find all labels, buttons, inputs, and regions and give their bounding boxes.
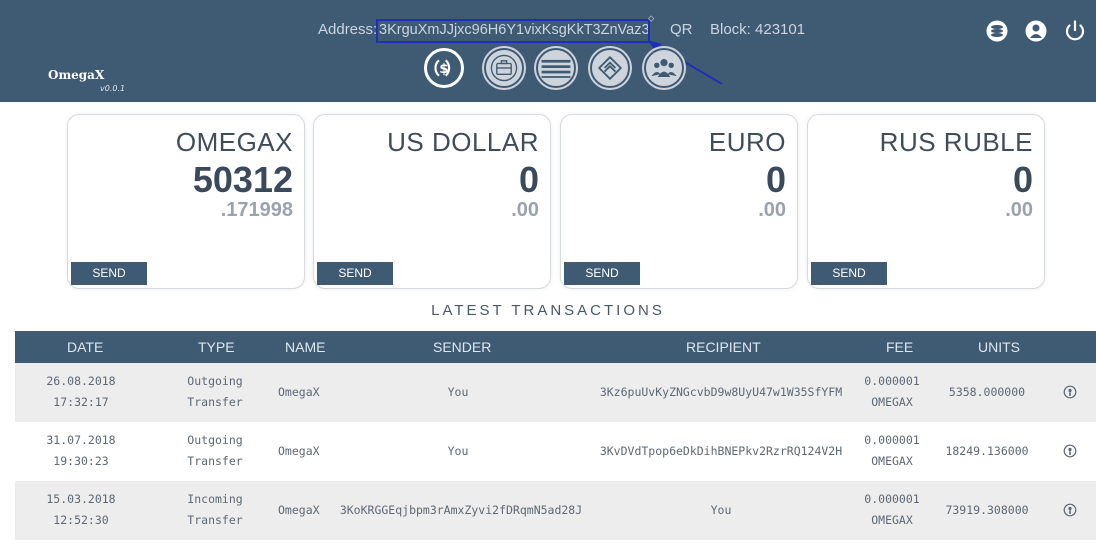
tx-sender: You (447, 385, 469, 399)
tx-recipient: 3Kz6puUvKyZNGcvbD9w8UyU47w1W35SfYFM (599, 385, 843, 399)
info-icon[interactable] (1063, 385, 1077, 399)
currency-name: RUS RUBLE (879, 127, 1033, 157)
user-icon[interactable] (1024, 19, 1048, 43)
send-button[interactable]: SEND (811, 262, 887, 285)
address-label: Address: (318, 21, 378, 38)
currency-name: EURO (708, 127, 786, 157)
balance-integer: 0 (518, 159, 539, 200)
database-icon[interactable] (985, 19, 1009, 43)
tx-units: 18249.136000 (945, 444, 1029, 458)
currency-name: OMEGAX (175, 127, 293, 157)
power-icon[interactable] (1063, 19, 1087, 43)
column-fee[interactable]: FEE (886, 339, 913, 355)
tx-type: Outgoing (187, 374, 243, 388)
coins-icon[interactable] (536, 48, 576, 88)
exchange-icon[interactable] (590, 48, 630, 88)
tx-sender: You (447, 444, 469, 458)
column-recipient[interactable]: RECIPIENT (686, 339, 761, 355)
balance-decimal: .00 (511, 199, 539, 221)
fee-cell: 0.000001 OMEGAX (861, 489, 923, 531)
table-row[interactable]: 31.07.2018 19:30:23 Outgoing Transfer Om… (15, 422, 1096, 481)
column-units[interactable]: UNITS (978, 339, 1020, 355)
wallet-icon[interactable]: $ (424, 48, 464, 88)
tx-time: 19:30:23 (53, 454, 109, 468)
column-sender[interactable]: SENDER (433, 339, 491, 355)
app-brand: OmegaX (48, 68, 105, 82)
table-row[interactable]: 15.03.2018 12:52:30 Incoming Transfer Om… (15, 481, 1096, 540)
date-cell: 15.03.2018 12:52:30 (33, 489, 129, 531)
send-button[interactable]: SEND (71, 262, 147, 285)
tx-date: 26.08.2018 (46, 374, 116, 388)
balance-decimal: .171998 (220, 199, 293, 221)
latest-transactions-title: LATEST TRANSACTIONS (431, 302, 665, 319)
transactions-table: DATE TYPE NAME SENDER RECIPIENT FEE UNIT… (15, 331, 1096, 540)
type-cell: Incoming Transfer (175, 489, 255, 531)
currency-name: US DOLLAR (387, 127, 539, 157)
balance-integer: 0 (765, 159, 786, 200)
send-button[interactable]: SEND (564, 262, 640, 285)
tx-name: OmegaX (278, 503, 320, 517)
tx-time: 17:32:17 (53, 395, 109, 409)
tx-type-sub: Transfer (187, 454, 243, 468)
copy-address-icon[interactable]: ⬦ (648, 13, 654, 24)
type-cell: Outgoing Transfer (175, 430, 255, 472)
tx-type-sub: Transfer (187, 395, 243, 409)
tx-fee: 0.000001 (864, 492, 920, 506)
tx-time: 12:52:30 (53, 513, 109, 527)
currency-card-euro: EURO 0 .00 SEND (560, 114, 798, 289)
tx-fee-unit: OMEGAX (871, 454, 913, 468)
tx-recipient: 3KvDVdTpop6eDkDihBNEPkv2RzrRQ124V2H (599, 444, 843, 458)
tx-date: 15.03.2018 (46, 492, 116, 506)
table-row[interactable]: 26.08.2018 17:32:17 Outgoing Transfer Om… (15, 363, 1096, 422)
briefcase-icon[interactable] (484, 48, 524, 88)
tx-fee-unit: OMEGAX (871, 395, 913, 409)
info-icon[interactable] (1063, 503, 1077, 517)
tx-date: 31.07.2018 (46, 433, 116, 447)
info-icon[interactable] (1063, 444, 1077, 458)
tx-name: OmegaX (278, 444, 320, 458)
tx-fee-unit: OMEGAX (871, 513, 913, 527)
date-cell: 26.08.2018 17:32:17 (33, 371, 129, 413)
currency-card-rub: RUS RUBLE 0 .00 SEND (807, 114, 1045, 289)
currency-card-usd: US DOLLAR 0 .00 SEND (313, 114, 551, 289)
wallet-address[interactable]: 3KrguXmJJjxc96H6Y1vixKsgKkT3ZnVaz3T (376, 19, 650, 43)
block-height: Block: 423101 (710, 21, 806, 38)
tx-type-sub: Transfer (187, 513, 243, 527)
app-version: v0.0.1 (100, 84, 126, 93)
table-header: DATE TYPE NAME SENDER RECIPIENT FEE UNIT… (15, 331, 1096, 363)
tx-fee: 0.000001 (864, 374, 920, 388)
balance-decimal: .00 (1005, 199, 1033, 221)
tx-type: Outgoing (187, 433, 243, 447)
address-bar: Address: 3KrguXmJJjxc96H6Y1vixKsgKkT3ZnV… (0, 13, 1096, 43)
tx-type: Incoming (187, 492, 243, 506)
tx-units: 73919.308000 (945, 503, 1029, 517)
tx-recipient: You (710, 503, 732, 517)
currency-card-omegax: OMEGAX 50312 .171998 SEND (67, 114, 305, 289)
tx-name: OmegaX (278, 385, 320, 399)
tx-units: 5358.000000 (948, 385, 1026, 399)
send-button[interactable]: SEND (317, 262, 393, 285)
tx-sender: 3KoKRGGEqjbpm3rAmxZyvi2fDRqmN5ad28J (339, 503, 583, 517)
column-date[interactable]: DATE (67, 339, 103, 355)
column-name[interactable]: NAME (285, 339, 325, 355)
community-icon[interactable] (644, 48, 684, 88)
date-cell: 31.07.2018 19:30:23 (33, 430, 129, 472)
balance-integer: 50312 (192, 159, 293, 200)
fee-cell: 0.000001 OMEGAX (861, 371, 923, 413)
fee-cell: 0.000001 OMEGAX (861, 430, 923, 472)
balance-decimal: .00 (758, 199, 786, 221)
qr-button[interactable]: QR (670, 21, 693, 38)
balance-integer: 0 (1012, 159, 1033, 200)
app-header: OmegaX v0.0.1 Address: 3KrguXmJJjxc96H6Y… (0, 0, 1096, 102)
type-cell: Outgoing Transfer (175, 371, 255, 413)
tx-fee: 0.000001 (864, 433, 920, 447)
svg-text:$: $ (439, 61, 448, 77)
column-type[interactable]: TYPE (198, 339, 235, 355)
